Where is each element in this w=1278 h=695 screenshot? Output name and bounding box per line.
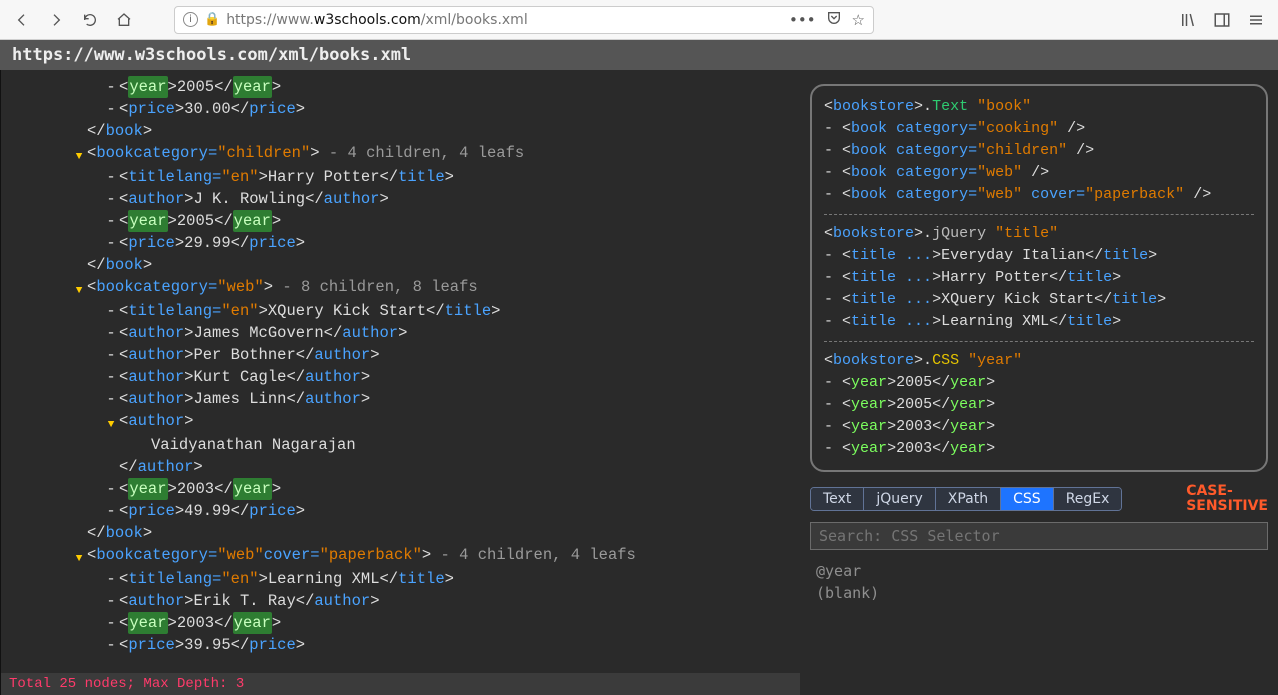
result-line[interactable]: - <title ...>XQuery Kick Start</title>: [824, 289, 1254, 311]
tree-row[interactable]: - <title lang="en">XQuery Kick Start</ti…: [7, 300, 794, 322]
tree-row[interactable]: - <author>Kurt Cagle</author>: [7, 366, 794, 388]
url-bar[interactable]: i 🔒 https://www.w3schools.com/xml/books.…: [174, 6, 874, 34]
tree-row[interactable]: - <author>James McGovern</author>: [7, 322, 794, 344]
tree-row[interactable]: - <author>J K. Rowling</author>: [7, 188, 794, 210]
library-icon[interactable]: [1178, 10, 1198, 30]
tree-row[interactable]: - <price>29.99</price>: [7, 232, 794, 254]
sidebar-icon[interactable]: [1212, 10, 1232, 30]
tree-row[interactable]: ▼ <book category="web"> - 8 children, 8 …: [7, 276, 794, 300]
result-line[interactable]: - <year>2003</year>: [824, 438, 1254, 460]
results-box: <bookstore>.Text "book"- <book category=…: [810, 84, 1268, 472]
tree-row[interactable]: - <year>2005</year>: [7, 210, 794, 232]
more-dots-icon[interactable]: •••: [789, 11, 816, 29]
result-line[interactable]: - <year>2005</year>: [824, 394, 1254, 416]
browser-chrome: i 🔒 https://www.w3schools.com/xml/books.…: [0, 0, 1278, 40]
lock-icon: 🔒: [204, 12, 220, 27]
url-text: https://www.w3schools.com/xml/books.xml: [226, 12, 528, 28]
result-heading: <bookstore>.CSS "year": [824, 350, 1254, 372]
tree-row[interactable]: Vaidyanathan Nagarajan: [7, 434, 794, 456]
results-pane: <bookstore>.Text "book"- <book category=…: [800, 70, 1278, 695]
result-heading: <bookstore>.jQuery "title": [824, 223, 1254, 245]
result-line[interactable]: - <title ...>Everyday Italian</title>: [824, 245, 1254, 267]
result-line[interactable]: - <book category="children" />: [824, 140, 1254, 162]
result-group: <bookstore>.jQuery "title"- <title ...>E…: [824, 214, 1254, 333]
status-bar: Total 25 nodes; Max Depth: 3: [1, 673, 800, 695]
tab-xpath[interactable]: XPath: [936, 488, 1001, 510]
tree-row[interactable]: - <author>James Linn</author>: [7, 388, 794, 410]
bookmark-star-icon[interactable]: ☆: [852, 11, 865, 29]
pocket-icon[interactable]: [826, 10, 842, 30]
xml-tree-pane[interactable]: - <year>2005</year>- <price>30.00</price…: [0, 70, 800, 695]
search-mode-tabs: TextjQueryXPathCSSRegEx: [810, 487, 1122, 511]
site-info-icon[interactable]: i: [183, 12, 198, 27]
result-line[interactable]: - <book category="cooking" />: [824, 118, 1254, 140]
case-sensitive-toggle[interactable]: CASE- SENSITIVE: [1186, 484, 1268, 514]
tree-row[interactable]: ▼ <book category="web" cover="paperback"…: [7, 544, 794, 568]
tree-row[interactable]: - <author>Erik T. Ray</author>: [7, 590, 794, 612]
tree-row[interactable]: - <author>Per Bothner</author>: [7, 344, 794, 366]
tab-jquery[interactable]: jQuery: [864, 488, 935, 510]
nav-back-button[interactable]: [8, 6, 36, 34]
result-line[interactable]: - <book category="web" />: [824, 162, 1254, 184]
tree-row[interactable]: </author>: [7, 456, 794, 478]
page-title: https://www.w3schools.com/xml/books.xml: [12, 45, 411, 65]
nav-reload-button[interactable]: [76, 6, 104, 34]
search-history[interactable]: @year(blank): [810, 556, 1268, 608]
history-entry[interactable]: (blank): [816, 582, 1262, 604]
result-heading: <bookstore>.Text "book": [824, 96, 1254, 118]
result-line[interactable]: - <year>2005</year>: [824, 372, 1254, 394]
tree-row[interactable]: - <year>2003</year>: [7, 612, 794, 634]
result-line[interactable]: - <book category="web" cover="paperback"…: [824, 184, 1254, 206]
tab-text[interactable]: Text: [811, 488, 864, 510]
result-line[interactable]: - <title ...>Harry Potter</title>: [824, 267, 1254, 289]
tab-css[interactable]: CSS: [1001, 488, 1054, 510]
tree-row[interactable]: </book>: [7, 254, 794, 276]
nav-home-button[interactable]: [110, 6, 138, 34]
hamburger-menu-icon[interactable]: [1246, 10, 1266, 30]
tree-row[interactable]: ▼ <book category="children"> - 4 childre…: [7, 142, 794, 166]
tab-regex[interactable]: RegEx: [1054, 488, 1122, 510]
tree-row[interactable]: ▼ <author>: [7, 410, 794, 434]
tree-row[interactable]: - <price>30.00</price>: [7, 98, 794, 120]
tree-row[interactable]: - <year>2005</year>: [7, 76, 794, 98]
tree-row[interactable]: </book>: [7, 120, 794, 142]
result-group: <bookstore>.Text "book"- <book category=…: [824, 96, 1254, 206]
tree-row[interactable]: - <price>49.99</price>: [7, 500, 794, 522]
page-title-bar: https://www.w3schools.com/xml/books.xml: [0, 40, 1278, 70]
tree-row[interactable]: - <year>2003</year>: [7, 478, 794, 500]
tree-row[interactable]: - <title lang="en">Learning XML</title>: [7, 568, 794, 590]
result-line[interactable]: - <title ...>Learning XML</title>: [824, 311, 1254, 333]
history-entry[interactable]: @year: [816, 560, 1262, 582]
tree-row[interactable]: </book>: [7, 522, 794, 544]
tree-row[interactable]: - <price>39.95</price>: [7, 634, 794, 656]
result-group: <bookstore>.CSS "year"- <year>2005</year…: [824, 341, 1254, 460]
result-line[interactable]: - <year>2003</year>: [824, 416, 1254, 438]
search-input[interactable]: [810, 522, 1268, 550]
tree-row[interactable]: - <title lang="en">Harry Potter</title>: [7, 166, 794, 188]
nav-forward-button[interactable]: [42, 6, 70, 34]
